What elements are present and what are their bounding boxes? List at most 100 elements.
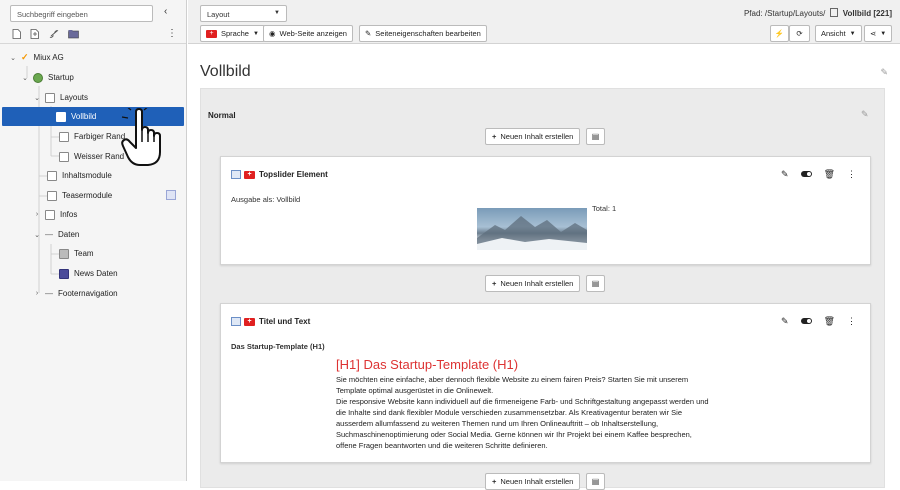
more-icon[interactable]: ⋮ <box>847 316 856 327</box>
tree-item-farbiger-rand[interactable]: Farbiger Rand <box>56 127 125 146</box>
card-header: + Titel und Text <box>231 317 310 326</box>
path-prefix: Pfad: /Startup/Layouts/ <box>743 9 826 18</box>
tree-item-teasermodule[interactable]: Teasermodule <box>44 186 112 205</box>
swiss-flag-icon: + <box>206 29 217 38</box>
tree-item-layouts[interactable]: ⌄ Layouts <box>32 88 88 107</box>
plus-icon: + <box>492 279 497 288</box>
edit-icon[interactable]: ✎ <box>781 316 789 327</box>
body-line: ausserdem allumfassend zu weiteren Theme… <box>336 419 659 428</box>
folder-page-icon <box>45 209 55 220</box>
new-content-label: Neuen Inhalt erstellen <box>500 132 574 141</box>
caret-icon: ▼ <box>880 30 887 37</box>
tree-item-weisser-rand[interactable]: Weisser Rand <box>56 147 124 166</box>
page-icon <box>59 151 69 162</box>
card-title: Titel und Text <box>259 317 311 326</box>
edit-icon[interactable]: ✎ <box>781 169 789 180</box>
tree-item-news-daten[interactable]: News Daten <box>56 264 118 283</box>
more-icon[interactable]: ⋮ <box>847 169 856 180</box>
tree-item-daten[interactable]: ⌄ — Daten <box>32 225 79 244</box>
refresh-icon: ⟳ <box>796 29 803 38</box>
toggle-visibility-icon[interactable] <box>800 171 812 177</box>
tree-item-footernavigation[interactable]: › — Footernavigation <box>32 284 118 303</box>
teaser-content-icon <box>166 190 176 200</box>
collapse-icon[interactable]: ⌄ <box>20 74 30 82</box>
reload-button[interactable]: ⟳ <box>789 25 810 42</box>
new-content-button[interactable]: + Neuen Inhalt erstellen <box>485 275 581 292</box>
edit-page-icon: ✎ <box>365 29 372 38</box>
content-element-card: + Topslider Element ✎ 🗑 ⋮ Ausgabe als: V… <box>220 156 871 265</box>
caret-icon: ▼ <box>252 30 259 37</box>
card-title: Topslider Element <box>259 170 328 179</box>
tree-item-inhaltsmodule[interactable]: Inhaltsmodule <box>44 166 112 185</box>
content-type-icon <box>231 317 241 326</box>
tree-item-infos[interactable]: › Infos <box>32 205 77 224</box>
tree-item-label: Startup <box>48 73 74 82</box>
tree-item-label: Farbiger Rand <box>74 132 126 141</box>
share-button[interactable]: ⋖ ▼ <box>864 25 893 42</box>
card-actions: ✎ 🗑 ⋮ <box>781 316 856 327</box>
clipboard-icon: ▤ <box>591 132 600 141</box>
collapse-icon[interactable]: ⌄ <box>32 94 42 102</box>
content-type-icon <box>231 170 241 179</box>
page-icon <box>47 190 57 201</box>
news-folder-icon <box>59 268 69 279</box>
paste-button[interactable]: ▤ <box>586 275 605 292</box>
card-subtitle: Das Startup-Template (H1) <box>231 342 325 351</box>
new-content-button[interactable]: + Neuen Inhalt erstellen <box>485 473 581 490</box>
body-paragraph: Sie möchten eine einfache, aber dennoch … <box>336 374 796 451</box>
page-module-content: Vollbild ✎ Normal ✎ + Neuen Inhalt erste… <box>188 45 900 490</box>
body-line: Template optimal ausgerüstet in die Onli… <box>336 386 494 395</box>
tree-item-label: Vollbild <box>71 112 97 121</box>
module-select-value: Layout <box>207 10 230 19</box>
clear-cache-button[interactable]: ⚡ <box>770 25 789 42</box>
h1-heading: [H1] Das Startup-Template (H1) <box>336 357 519 372</box>
swiss-flag-icon: + <box>244 170 255 179</box>
spacer-icon: — <box>45 289 53 298</box>
expand-icon[interactable]: › <box>32 211 42 218</box>
toggle-visibility-icon[interactable] <box>800 318 812 324</box>
tree-item-label: Weisser Rand <box>74 152 125 161</box>
paste-button[interactable]: ▤ <box>586 128 605 145</box>
page-icon <box>56 111 66 122</box>
expand-icon[interactable]: › <box>32 290 42 297</box>
card-bodytext: [H1] Das Startup-Template (H1) Sie möcht… <box>336 357 796 451</box>
column-title: Normal <box>208 111 236 120</box>
card-actions: ✎ 🗑 ⋮ <box>781 169 856 180</box>
paste-button[interactable]: ▤ <box>586 473 605 490</box>
content-element-card: + Titel und Text ✎ 🗑 ⋮ Das Startup-Templ… <box>220 303 871 463</box>
tree-item-label: Miux AG <box>33 53 64 62</box>
page-icon <box>47 170 57 181</box>
hand-cursor-icon <box>121 108 161 166</box>
body-line: offene Fragen beantworten und die weiter… <box>336 441 548 450</box>
view-dropdown-button[interactable]: Ansicht ▼ <box>815 25 862 42</box>
body-line: Suchmaschinenoptimierung oder Social Med… <box>336 430 692 439</box>
trash-icon[interactable]: 🗑 <box>824 316 835 327</box>
column-edit-icon[interactable]: ✎ <box>861 109 869 120</box>
collapse-icon[interactable]: ⌄ <box>8 54 18 62</box>
edit-page-properties-button[interactable]: ✎ Seiteneigenschaften bearbeiten <box>359 25 487 42</box>
path-page: Vollbild [221] <box>842 9 892 18</box>
clipboard-icon: ▤ <box>591 477 600 486</box>
language-button[interactable]: + Sprache ▼ <box>200 25 265 42</box>
tree-item-startup[interactable]: ⌄ Startup <box>20 68 74 87</box>
trash-icon[interactable]: 🗑 <box>824 169 835 180</box>
plus-icon: + <box>492 477 497 486</box>
tree-item-team[interactable]: Team <box>56 244 94 263</box>
tree-item-label: Infos <box>60 210 78 219</box>
breadcrumb: Pfad: /Startup/Layouts/ Vollbild [221] <box>744 8 892 18</box>
tree-item-miux-ag[interactable]: ⌄ ✓ Miux AG <box>8 48 64 67</box>
folder-page-icon <box>45 92 55 103</box>
typo3-logo-icon: ✓ <box>21 52 29 62</box>
chevron-down-icon: ▼ <box>274 10 280 16</box>
share-icon: ⋖ <box>870 29 877 38</box>
edit-title-icon[interactable]: ✎ <box>880 67 888 78</box>
collapse-icon[interactable]: ⌄ <box>32 231 42 239</box>
lightning-icon: ⚡ <box>774 29 785 38</box>
docheader: Layout ▼ + Sprache ▼ ◉ Web-Seite anzeige… <box>188 0 900 44</box>
tree-item-label: Daten <box>58 230 80 239</box>
edit-page-properties-label: Seiteneigenschaften bearbeiten <box>375 29 481 38</box>
new-content-button[interactable]: + Neuen Inhalt erstellen <box>485 128 581 145</box>
module-select[interactable]: Layout ▼ <box>200 5 287 22</box>
view-page-button[interactable]: ◉ Web-Seite anzeigen <box>263 25 353 42</box>
total-count-text: Total: 1 <box>592 204 617 213</box>
